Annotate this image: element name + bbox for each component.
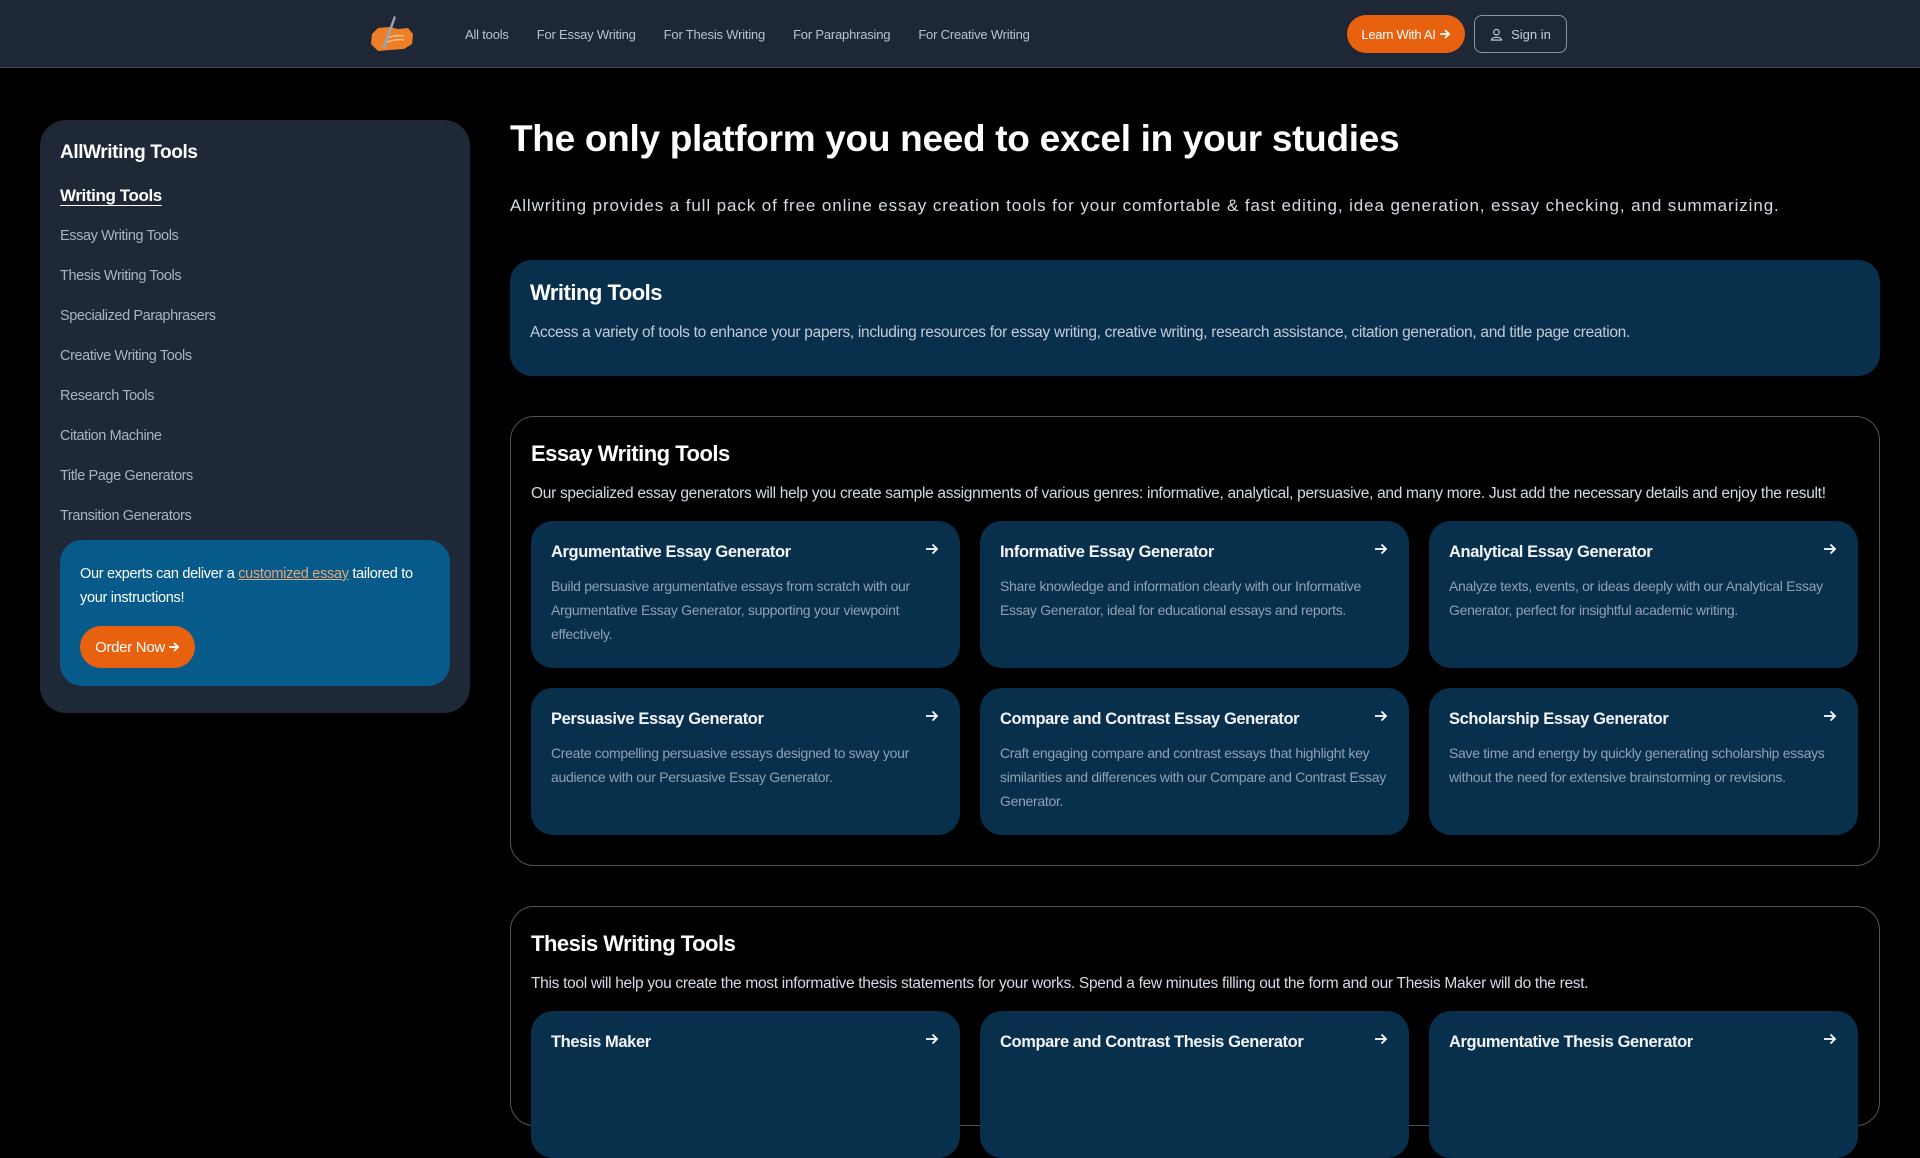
nav-thesis-writing[interactable]: For Thesis Writing	[664, 27, 766, 42]
thesis-writing-section: Thesis Writing Tools This tool will help…	[510, 906, 1880, 1158]
tool-card[interactable]: Compare and Contrast Essay Generator Craf…	[980, 688, 1409, 835]
tool-card-title: Argumentative Essay Generator	[551, 543, 791, 561]
tool-card[interactable]: Analytical Essay Generator Analyze texts,…	[1429, 521, 1858, 668]
tool-card-description: Analyze texts, events, or ideas deeply w…	[1449, 578, 1823, 618]
arrow-right-icon[interactable]	[1373, 1031, 1389, 1047]
nav-creative-writing[interactable]: For Creative Writing	[918, 27, 1030, 42]
sidebar-item-citation-machine[interactable]: Citation Machine	[60, 428, 216, 468]
main-nav: All tools For Essay Writing For Thesis W…	[465, 0, 1030, 68]
thesis-tools-grid: Thesis Maker Compare and Contrast Thesis …	[531, 1011, 1859, 1158]
customized-essay-link[interactable]: customized essay	[238, 566, 349, 582]
writing-tools-heading: Writing Tools	[530, 280, 663, 305]
tool-card-title: Argumentative Thesis Generator	[1449, 1033, 1693, 1051]
essay-tools-grid: Argumentative Essay Generator Build persu…	[531, 521, 1859, 835]
sidebar-title: AllWriting Tools	[60, 142, 198, 163]
sidebar: AllWriting Tools Writing Tools Essay Wri…	[40, 120, 470, 713]
tool-card[interactable]: Scholarship Essay Generator Save time and…	[1429, 688, 1858, 835]
nav-all-tools[interactable]: All tools	[465, 27, 509, 42]
sidebar-item-research-tools[interactable]: Research Tools	[60, 388, 216, 428]
tool-card[interactable]: Argumentative Essay Generator Build persu…	[531, 521, 960, 668]
nav-essay-writing[interactable]: For Essay Writing	[537, 27, 636, 42]
page-title: The only platform you need to excel in y…	[510, 118, 1400, 159]
tool-card-title: Compare and Contrast Essay Generator	[1000, 710, 1300, 728]
arrow-right-icon[interactable]	[924, 1031, 940, 1047]
tool-card-description: Craft engaging compare and contrast essa…	[1000, 745, 1386, 809]
sidebar-item-title-page-generators[interactable]: Title Page Generators	[60, 468, 216, 508]
tool-card-title: Scholarship Essay Generator	[1449, 710, 1669, 728]
user-icon	[1490, 28, 1503, 41]
sidebar-list: Essay Writing Tools Thesis Writing Tools…	[60, 228, 216, 548]
sidebar-item-specialized-paraphrasers[interactable]: Specialized Paraphrasers	[60, 308, 216, 348]
arrow-right-icon	[168, 642, 180, 652]
arrow-right-icon[interactable]	[924, 541, 940, 557]
tool-card[interactable]: Informative Essay Generator Share knowled…	[980, 521, 1409, 668]
essay-writing-section: Essay Writing Tools Our specialized essa…	[510, 416, 1880, 866]
page-intro: Allwriting provides a full pack of free …	[510, 196, 1780, 215]
sidebar-item-creative-writing-tools[interactable]: Creative Writing Tools	[60, 348, 216, 388]
tool-card-description: Save time and energy by quickly generati…	[1449, 745, 1825, 785]
sidebar-item-thesis-writing-tools[interactable]: Thesis Writing Tools	[60, 268, 216, 308]
quill-paper-logo-icon[interactable]	[368, 14, 416, 54]
tool-card[interactable]: Compare and Contrast Thesis Generator	[980, 1011, 1409, 1158]
tool-card-title: Compare and Contrast Thesis Generator	[1000, 1033, 1304, 1051]
promo-box: Our experts can deliver a customized ess…	[60, 540, 450, 686]
learn-with-ai-button[interactable]: Learn With AI	[1347, 15, 1465, 53]
order-now-label: Order Now	[95, 638, 165, 656]
sidebar-item-writing-tools[interactable]: Writing Tools	[60, 186, 162, 206]
tool-card-description: Share knowledge and information clearly …	[1000, 578, 1361, 618]
sidebar-item-essay-writing-tools[interactable]: Essay Writing Tools	[60, 228, 216, 268]
essay-section-heading: Essay Writing Tools	[531, 441, 730, 466]
thesis-section-text: This tool will help you create the most …	[531, 975, 1589, 992]
arrow-right-icon[interactable]	[924, 708, 940, 724]
thesis-section-heading: Thesis Writing Tools	[531, 931, 736, 956]
arrow-right-icon[interactable]	[1822, 708, 1838, 724]
promo-text: Our experts can deliver a customized ess…	[80, 562, 430, 610]
tool-card-title: Persuasive Essay Generator	[551, 710, 764, 728]
learn-with-ai-label: Learn With AI	[1361, 26, 1436, 42]
sign-in-label: Sign in	[1511, 26, 1551, 42]
top-header: All tools For Essay Writing For Thesis W…	[0, 0, 1920, 68]
arrow-right-icon[interactable]	[1822, 541, 1838, 557]
arrow-right-icon[interactable]	[1373, 708, 1389, 724]
writing-tools-text: Access a variety of tools to enhance you…	[530, 324, 1631, 341]
arrow-right-icon[interactable]	[1373, 541, 1389, 557]
essay-section-text: Our specialized essay generators will he…	[531, 485, 1826, 502]
tool-card-title: Analytical Essay Generator	[1449, 543, 1653, 561]
tool-card-title: Informative Essay Generator	[1000, 543, 1214, 561]
tool-card-description: Create compelling persuasive essays desi…	[551, 745, 909, 785]
writing-tools-box: Writing Tools Access a variety of tools …	[510, 260, 1880, 376]
arrow-right-icon	[1439, 29, 1450, 39]
arrow-right-icon[interactable]	[1822, 1031, 1838, 1047]
sign-in-button[interactable]: Sign in	[1474, 15, 1567, 53]
tool-card-title: Thesis Maker	[551, 1033, 651, 1051]
nav-paraphrasing[interactable]: For Paraphrasing	[793, 27, 890, 42]
tool-card[interactable]: Persuasive Essay Generator Create compell…	[531, 688, 960, 835]
promo-text-start: Our experts can deliver a	[80, 566, 239, 582]
tool-card-description: Build persuasive argumentative essays fr…	[551, 578, 910, 642]
tool-card[interactable]: Thesis Maker	[531, 1011, 960, 1158]
tool-card[interactable]: Argumentative Thesis Generator	[1429, 1011, 1858, 1158]
order-now-button[interactable]: Order Now	[80, 626, 195, 668]
